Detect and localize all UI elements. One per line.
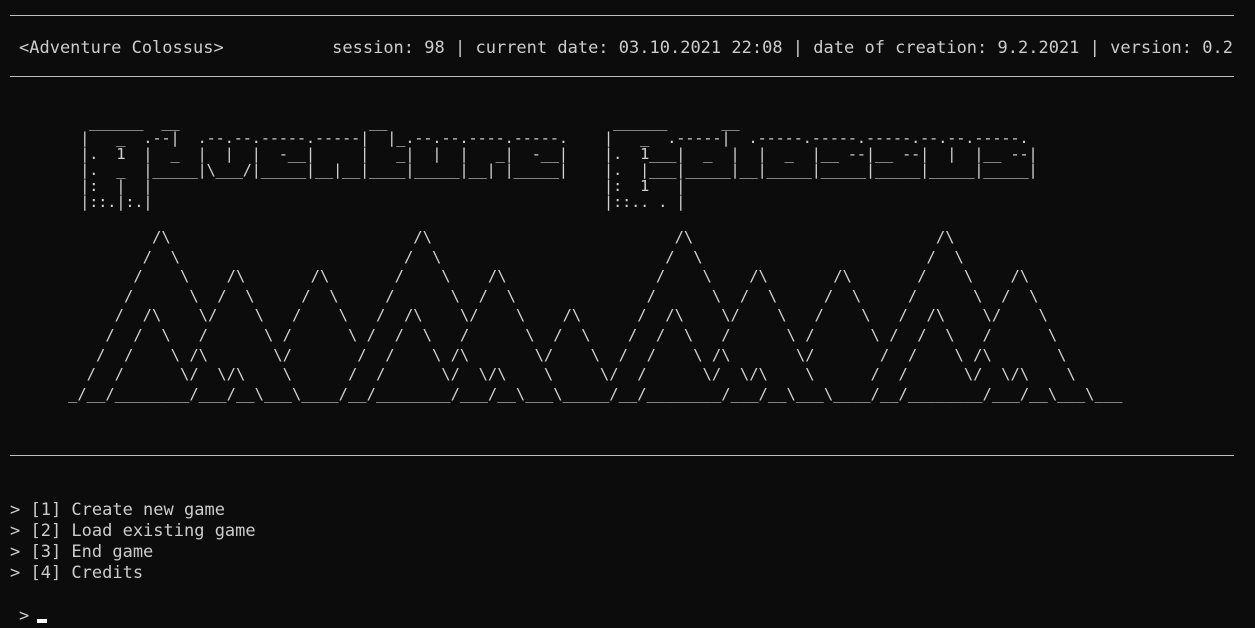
menu-item-create-new-game[interactable]: > [1] Create new game xyxy=(10,500,256,521)
header-info: session: 98 | current date: 03.10.2021 2… xyxy=(332,38,1233,59)
separator: | xyxy=(444,38,476,58)
version-value: 0.2 xyxy=(1202,38,1233,58)
mountain-ascii-art: /\ /\ /\ /\ / \ / \ / \ / \ / \ /\ /\ / … xyxy=(68,228,1123,403)
main-menu: > [1] Create new game > [2] Load existin… xyxy=(10,500,256,584)
separator: | xyxy=(782,38,814,58)
title-ascii-art: ______ __ __ ______ __ | _ .--| .--.--.-… xyxy=(80,113,1038,211)
prompt-symbol: > xyxy=(19,606,30,626)
session-label: session: xyxy=(332,38,415,58)
app-title: <Adventure Colossus> xyxy=(19,38,224,58)
text-cursor xyxy=(37,619,48,623)
creation-date-value: 9.2.2021 xyxy=(997,38,1080,58)
menu-item-credits[interactable]: > [4] Credits xyxy=(10,563,256,584)
header-divider xyxy=(10,76,1234,77)
top-divider xyxy=(10,15,1234,16)
command-prompt[interactable]: > xyxy=(19,606,48,627)
separator: | xyxy=(1079,38,1111,58)
menu-item-end-game[interactable]: > [3] End game xyxy=(10,542,256,563)
current-date-label: current date: xyxy=(475,38,609,58)
session-value: 98 xyxy=(424,38,445,58)
creation-date-label: date of creation: xyxy=(813,38,988,58)
version-label: version: xyxy=(1110,38,1193,58)
art-divider xyxy=(10,455,1234,456)
menu-item-load-existing-game[interactable]: > [2] Load existing game xyxy=(10,521,256,542)
current-date-value: 03.10.2021 22:08 xyxy=(618,38,783,58)
